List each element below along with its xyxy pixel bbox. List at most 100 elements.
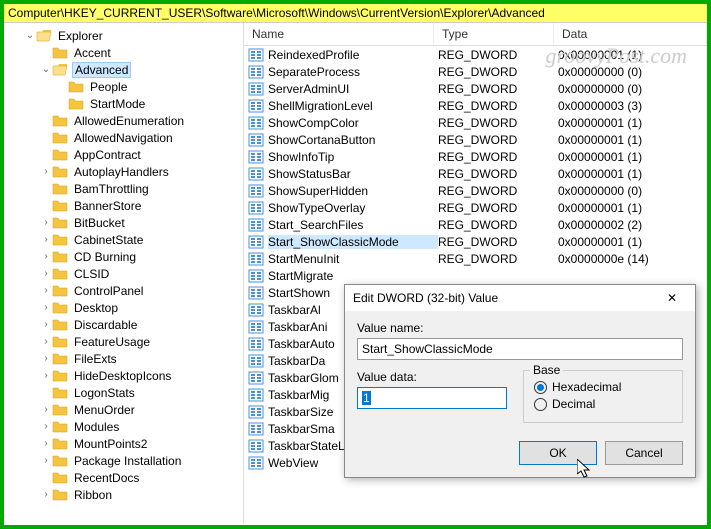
list-header[interactable]: Name Type Data [244, 23, 707, 46]
dword-icon [248, 217, 264, 233]
expand-icon[interactable]: › [40, 370, 52, 381]
tree-item-desktop[interactable]: › Desktop [12, 299, 243, 316]
edit-dword-dialog: Edit DWORD (32-bit) Value ✕ Value name: … [344, 284, 696, 478]
col-name[interactable]: Name [244, 23, 434, 45]
registry-tree[interactable]: ⌄ExplorerAccent⌄AdvancedPeopleStartModeA… [4, 23, 244, 524]
expand-icon[interactable]: › [40, 438, 52, 449]
tree-item-ribbon[interactable]: ›Ribbon [12, 486, 243, 503]
tree-item-people[interactable]: People [12, 78, 243, 95]
folder-icon [52, 301, 68, 315]
tree-item-mountpoints2[interactable]: ›MountPoints2 [12, 435, 243, 452]
expand-icon[interactable]: › [40, 285, 52, 296]
expand-icon[interactable]: › [40, 234, 52, 245]
value-row[interactable]: ShowSuperHiddenREG_DWORD0x00000000 (0) [244, 182, 707, 199]
tree-label: StartMode [88, 97, 147, 111]
radio-decimal[interactable]: Decimal [534, 397, 672, 411]
tree-item-startmode[interactable]: StartMode [12, 95, 243, 112]
value-row[interactable]: Start_SearchFilesREG_DWORD0x00000002 (2) [244, 216, 707, 233]
tree-label: FeatureUsage [72, 335, 152, 349]
value-row[interactable]: ShowTypeOverlayREG_DWORD0x00000001 (1) [244, 199, 707, 216]
value-row[interactable]: ShowCompColorREG_DWORD0x00000001 (1) [244, 114, 707, 131]
tree-item-hidedesktopicons[interactable]: ›HideDesktopIcons [12, 367, 243, 384]
tree-item-autoplayhandlers[interactable]: ›AutoplayHandlers [12, 163, 243, 180]
folder-icon [52, 114, 68, 128]
tree-item-recentdocs[interactable]: RecentDocs [12, 469, 243, 486]
value-type: REG_DWORD [438, 116, 558, 130]
tree-item-cd-burning[interactable]: ›CD Burning [12, 248, 243, 265]
col-type[interactable]: Type [434, 23, 554, 45]
value-row[interactable]: StartMigrate [244, 267, 707, 284]
expand-icon[interactable]: › [40, 353, 52, 364]
tree-label: Desktop [72, 301, 120, 315]
value-row[interactable]: ReindexedProfileREG_DWORD0x00000001 (1) [244, 46, 707, 63]
tree-item-allowednavigation[interactable]: AllowedNavigation [12, 129, 243, 146]
expand-icon[interactable]: › [40, 421, 52, 432]
tree-item-advanced[interactable]: ⌄Advanced [12, 61, 243, 78]
expand-icon[interactable]: › [40, 319, 52, 330]
value-type: REG_DWORD [438, 133, 558, 147]
folder-icon [52, 284, 68, 298]
value-row[interactable]: SeparateProcessREG_DWORD0x00000000 (0) [244, 63, 707, 80]
expand-icon[interactable]: › [40, 404, 52, 415]
tree-item-fileexts[interactable]: ›FileExts [12, 350, 243, 367]
folder-icon [52, 250, 68, 264]
value-row[interactable]: ShowCortanaButtonREG_DWORD0x00000001 (1) [244, 131, 707, 148]
tree-label: AllowedNavigation [72, 131, 175, 145]
expand-icon[interactable]: › [40, 455, 52, 466]
expand-icon[interactable]: › [40, 251, 52, 262]
value-row[interactable]: StartMenuInitREG_DWORD0x0000000e (14) [244, 250, 707, 267]
tree-item-allowedenumeration[interactable]: AllowedEnumeration [12, 112, 243, 129]
tree-item-bitbucket[interactable]: ›BitBucket [12, 214, 243, 231]
expand-icon[interactable]: › [40, 268, 52, 279]
folder-icon [52, 46, 68, 60]
tree-item-controlpanel[interactable]: ›ControlPanel [12, 282, 243, 299]
tree-item-logonstats[interactable]: LogonStats [12, 384, 243, 401]
expand-icon[interactable]: › [40, 166, 52, 177]
tree-item-accent[interactable]: Accent [12, 44, 243, 61]
tree-item-bamthrottling[interactable]: BamThrottling [12, 180, 243, 197]
address-bar[interactable]: Computer\HKEY_CURRENT_USER\Software\Micr… [4, 4, 707, 23]
value-row[interactable]: ShowStatusBarREG_DWORD0x00000001 (1) [244, 165, 707, 182]
folder-icon [52, 216, 68, 230]
expand-icon[interactable]: ⌄ [24, 30, 36, 41]
expand-icon[interactable]: ⌄ [40, 64, 52, 75]
expand-icon[interactable]: › [40, 336, 52, 347]
tree-item-package-installation[interactable]: ›Package Installation [12, 452, 243, 469]
tree-label: Accent [72, 46, 113, 60]
value-row[interactable]: ShowInfoTipREG_DWORD0x00000001 (1) [244, 148, 707, 165]
dialog-title: Edit DWORD (32-bit) Value [353, 291, 498, 305]
tree-label: CabinetState [72, 233, 145, 247]
expand-icon[interactable]: › [40, 302, 52, 313]
radio-hexadecimal[interactable]: Hexadecimal [534, 380, 672, 394]
tree-item-bannerstore[interactable]: BannerStore [12, 197, 243, 214]
dword-icon [248, 98, 264, 114]
tree-item-discardable[interactable]: ›Discardable [12, 316, 243, 333]
expand-icon[interactable]: › [40, 217, 52, 228]
tree-item-modules[interactable]: ›Modules [12, 418, 243, 435]
tree-label: AppContract [72, 148, 143, 162]
tree-item-explorer[interactable]: ⌄Explorer [12, 27, 243, 44]
tree-label: MenuOrder [72, 403, 137, 417]
value-type: REG_DWORD [438, 99, 558, 113]
value-name: ServerAdminUI [268, 82, 438, 96]
expand-icon[interactable]: › [40, 489, 52, 500]
tree-item-menuorder[interactable]: › MenuOrder [12, 401, 243, 418]
value-row[interactable]: Start_ShowClassicModeREG_DWORD0x00000001… [244, 233, 707, 250]
tree-item-cabinetstate[interactable]: › CabinetState [12, 231, 243, 248]
value-name-input[interactable] [357, 338, 683, 360]
ok-button[interactable]: OK [519, 441, 597, 465]
cancel-button[interactable]: Cancel [605, 441, 683, 465]
tree-item-clsid[interactable]: ›CLSID [12, 265, 243, 282]
value-row[interactable]: ShellMigrationLevelREG_DWORD0x00000003 (… [244, 97, 707, 114]
close-icon[interactable]: ✕ [657, 291, 687, 305]
value-name: SeparateProcess [268, 65, 438, 79]
value-data: 0x00000000 (0) [558, 184, 707, 198]
value-row[interactable]: ServerAdminUIREG_DWORD0x00000000 (0) [244, 80, 707, 97]
folder-icon [52, 386, 68, 400]
value-data-input[interactable]: 1 [357, 387, 507, 409]
base-group: Base Hexadecimal Decimal [523, 370, 683, 423]
dword-icon [248, 81, 264, 97]
tree-item-featureusage[interactable]: › FeatureUsage [12, 333, 243, 350]
tree-item-appcontract[interactable]: AppContract [12, 146, 243, 163]
col-data[interactable]: Data [554, 23, 707, 45]
